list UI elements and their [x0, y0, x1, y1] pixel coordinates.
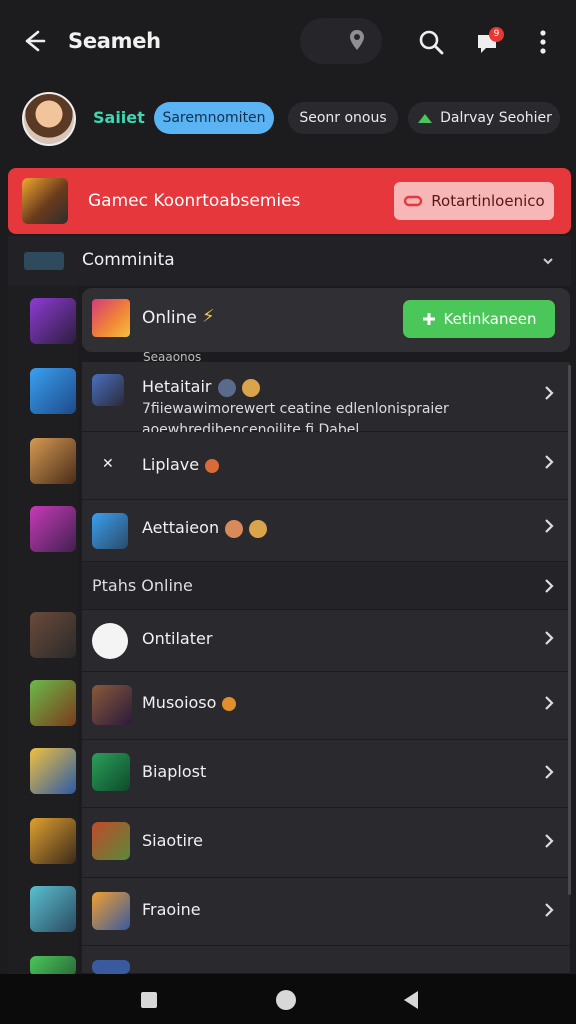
status-label: Saiiet	[93, 108, 145, 127]
search-icon[interactable]	[416, 27, 446, 57]
list-item-label: Biaplost	[142, 762, 207, 781]
home-icon[interactable]	[276, 990, 296, 1010]
filter-chip[interactable]: Seonr onous	[288, 102, 398, 134]
chevron-right-icon[interactable]	[544, 578, 554, 594]
scrollbar[interactable]	[568, 365, 571, 895]
banner-text: Gamec Koonrtoabsemies	[88, 191, 301, 211]
list-item-icon	[92, 374, 124, 406]
rail-game-icon[interactable]	[30, 956, 76, 976]
chevron-right-icon[interactable]	[544, 902, 554, 918]
list-item[interactable]: Fraoine	[82, 878, 570, 946]
filter-chip-with-icon[interactable]: Dalrvay Seohier	[408, 102, 560, 134]
chevron-right-icon[interactable]	[544, 385, 554, 401]
chevron-right-icon[interactable]	[544, 764, 554, 780]
rail-game-icon[interactable]	[30, 680, 76, 726]
list-item-label: Ptahs Online	[92, 576, 193, 595]
rail-game-icon[interactable]	[30, 818, 76, 864]
chevron-right-icon[interactable]	[544, 833, 554, 849]
rail-game-icon[interactable]	[30, 368, 76, 414]
system-nav-bar	[0, 974, 576, 1024]
section-label: Comminita	[82, 250, 175, 270]
banner-button-label: Rotartinloenico	[431, 192, 545, 210]
search-pill[interactable]	[300, 18, 382, 64]
list-item-icon	[92, 513, 128, 549]
chevron-right-icon[interactable]	[544, 695, 554, 711]
list-item[interactable]	[82, 946, 570, 974]
list-item-label: Musoioso	[142, 693, 237, 712]
list-item-icon	[92, 822, 130, 860]
section-icon	[24, 252, 64, 270]
rail-game-icon[interactable]	[30, 298, 76, 344]
online-card[interactable]: Online ⚡ Ketinkaneen	[82, 288, 570, 352]
list-item[interactable]: Ptahs Online	[82, 562, 570, 610]
nav-back-icon[interactable]	[404, 991, 418, 1009]
list-item-icon	[92, 685, 132, 725]
notification-badge: 9	[489, 27, 504, 42]
list-item-icon	[92, 892, 130, 930]
filter-chip-label: Dalrvay Seohier	[440, 110, 552, 126]
banner-action-button[interactable]: Rotartinloenico	[394, 182, 554, 220]
list-item[interactable]: Aettaieon	[82, 500, 570, 562]
collapse-icon[interactable]: ✕	[102, 456, 114, 472]
rail-game-icon[interactable]	[30, 506, 76, 552]
list-item[interactable]: ✕ Liplave	[82, 432, 570, 500]
list-item-label: Ontilater	[142, 629, 213, 648]
list-item-label: Hetaitair	[142, 377, 260, 397]
list-item-icon	[92, 753, 130, 791]
rail-game-icon[interactable]	[30, 748, 76, 794]
filter-chip-active[interactable]: Saremnomiten	[154, 102, 274, 134]
list-item[interactable]: Musoioso	[82, 672, 570, 740]
rail-game-icon[interactable]	[30, 438, 76, 484]
more-vert-icon[interactable]	[533, 28, 553, 56]
avatar[interactable]	[22, 92, 76, 146]
list-item[interactable]: Hetaitair 7fiiewawimorewert ceatine edle…	[82, 362, 570, 438]
online-game-icon	[92, 299, 130, 337]
rail-game-icon[interactable]	[30, 886, 76, 932]
list-item-icon	[92, 960, 130, 974]
recents-icon[interactable]	[141, 992, 157, 1008]
chevron-right-icon[interactable]	[544, 454, 554, 470]
back-arrow-icon[interactable]	[18, 26, 48, 56]
chevron-right-icon[interactable]	[544, 518, 554, 534]
online-button-label: Ketinkaneen	[443, 310, 537, 328]
arrow-up-icon	[418, 114, 433, 123]
rail-game-icon[interactable]	[30, 612, 76, 658]
list-item-label: Fraoine	[142, 900, 201, 919]
list-item-label: Siaotire	[142, 831, 203, 850]
top-bar: Seameh 9	[0, 0, 576, 84]
bolt-icon: ⚡	[202, 306, 215, 327]
list-item-icon	[92, 623, 128, 659]
list-item-label: Liplave	[142, 455, 220, 474]
online-label: Online	[142, 308, 197, 328]
location-pin-icon[interactable]	[346, 28, 368, 54]
list-item[interactable]: Siaotire	[82, 808, 570, 878]
list-item[interactable]: Ontilater	[82, 610, 570, 672]
page-title: Seameh	[68, 29, 161, 53]
chevron-right-icon[interactable]	[544, 630, 554, 646]
unlink-icon	[404, 195, 423, 207]
chevron-down-icon[interactable]	[542, 256, 554, 266]
section-header[interactable]: Comminita	[8, 236, 571, 286]
online-action-button[interactable]: Ketinkaneen	[403, 300, 555, 338]
list-item[interactable]: Biaplost	[82, 740, 570, 808]
promo-banner: Gamec Koonrtoabsemies Rotartinloenico	[8, 168, 571, 234]
list-item-label: Aettaieon	[142, 518, 268, 538]
game-rail	[8, 286, 78, 976]
banner-game-icon	[22, 178, 68, 224]
plus-icon	[422, 313, 435, 325]
